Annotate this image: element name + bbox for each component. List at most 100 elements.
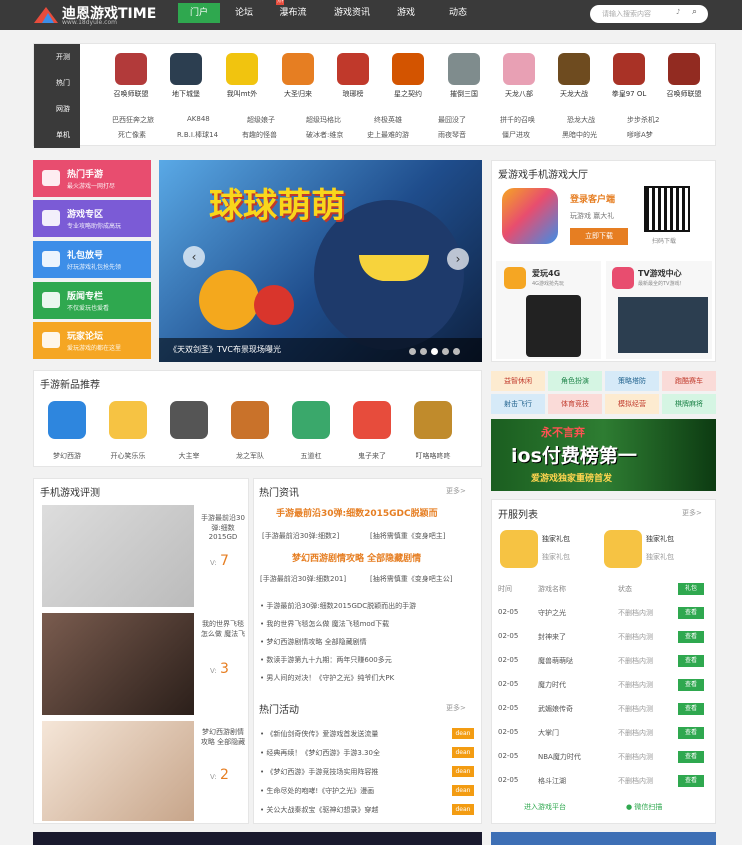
game-item[interactable]: 召唤师联盟 [662, 53, 706, 99]
server-more-link[interactable]: 更多> [682, 508, 702, 518]
news-item[interactable]: • 手游最前沿30弹:细数2015GDC脱颖而出的手游 [260, 601, 416, 611]
new-game-item[interactable]: 鬼子来了 [347, 451, 397, 461]
carousel-dot[interactable] [431, 348, 438, 355]
news-sub-link[interactable]: [抽将需慎重《变身吧主公] [370, 574, 452, 584]
text-link[interactable]: 黑暗中的光 [562, 130, 597, 140]
game-item[interactable]: 我叫mt外 [220, 53, 264, 99]
download-button[interactable]: 立即下载 [570, 228, 628, 245]
text-link[interactable]: 超级娘子 [247, 115, 275, 125]
category-tag[interactable]: 角色扮演 [548, 371, 602, 391]
text-link[interactable]: 史上最难的游 [367, 130, 409, 140]
carousel-dot[interactable] [453, 348, 460, 355]
game-item[interactable]: 拳皇97 OL [607, 53, 651, 99]
text-link[interactable]: 僵尸进攻 [502, 130, 530, 140]
text-link[interactable]: AK848 [187, 115, 210, 123]
mic-icon[interactable]: ♪ [676, 8, 680, 16]
bottom-banner[interactable] [491, 832, 716, 845]
tab-hot[interactable]: 热门 [34, 70, 80, 96]
text-link[interactable]: 雨夜琴音 [438, 130, 466, 140]
review-text[interactable]: 我的世界飞毯怎么做 魔法飞 [200, 619, 246, 639]
news-sub-link[interactable]: [手游最前沿30弹:细数2] [262, 531, 339, 541]
category-tag[interactable]: 策略塔防 [605, 371, 659, 391]
news-more-link[interactable]: 更多> [446, 486, 466, 496]
review-text[interactable]: 梦幻西游剧情攻略 全部隐藏 [200, 727, 246, 747]
card-hot-games[interactable]: 热门手游 最火游戏一网打尽 [33, 160, 151, 197]
card-game-zone[interactable]: 游戏专区 专业攻略助你成高玩 [33, 200, 151, 237]
review-image[interactable] [42, 613, 194, 715]
text-link[interactable]: 嗲嗲A梦 [627, 130, 653, 140]
activities-more-link[interactable]: 更多> [446, 703, 466, 713]
new-game-item[interactable]: 叮咯咯咚咚 [408, 451, 458, 461]
nav-waterfall[interactable]: 瀑布流 [278, 3, 308, 23]
text-link[interactable]: 破冰者:维京 [306, 130, 343, 140]
news-sub-link[interactable]: [手游最前沿30弹:细数201] [260, 574, 346, 584]
activity-item[interactable]: • 经典再续！《梦幻西游》手游3.30全 [260, 748, 380, 758]
card-forum[interactable]: 玩家论坛 爱玩游戏的都在这里 [33, 322, 151, 359]
tab-single[interactable]: 单机 [34, 122, 80, 148]
carousel-dot[interactable] [409, 348, 416, 355]
nav-home[interactable]: 门户 [178, 3, 220, 23]
nav-news[interactable]: 游戏资讯 [332, 3, 372, 23]
search-icon[interactable]: ⌕ [692, 7, 697, 17]
game-item[interactable]: 地下城堡 [164, 53, 208, 99]
activity-item[interactable]: • 关公大战秦叔宝《驱神幻想录》穿越 [260, 805, 378, 815]
game-item[interactable]: 星之契约 [386, 53, 430, 99]
activity-item[interactable]: • 《梦幻西游》手游竞技场实用阵容推 [260, 767, 378, 777]
login-client[interactable]: 登录客户端 [570, 192, 615, 205]
category-tag[interactable]: 棋牌麻将 [662, 394, 716, 414]
review-text[interactable]: 手游最前沿30弹:细数2015GD [200, 513, 246, 541]
new-game-item[interactable]: 五道杠 [286, 451, 336, 461]
game-item[interactable]: 大圣归来 [276, 53, 320, 99]
ad-banner[interactable]: 永不言弃 ios付费榜第一 爱游戏独家重磅首发 [491, 419, 716, 491]
tab-open-test[interactable]: 开测 [34, 44, 80, 70]
app-4g[interactable]: 爱玩4G 4G游戏抢先玩 [496, 261, 601, 359]
news-sub-link[interactable]: [抽将需慎重《变身吧主] [370, 531, 445, 541]
text-link[interactable]: 拼千的召唤 [500, 115, 535, 125]
text-link[interactable]: R.B.I.棒球14 [177, 130, 218, 140]
enter-platform-link[interactable]: 进入游戏平台 [524, 802, 566, 812]
review-image[interactable] [42, 721, 194, 821]
search-input[interactable]: 请输入搜索内容 ♪ ⌕ [590, 5, 708, 23]
gift-image[interactable] [500, 530, 538, 568]
game-item[interactable]: 琅琊榜 [331, 53, 375, 99]
text-link[interactable]: 恐龙大战 [567, 115, 595, 125]
news-item[interactable]: • 梦幻西游剧情攻略 全部隐藏剧情 [260, 637, 367, 647]
banner-carousel[interactable]: 球球萌萌 ‹ › 《天双剑圣》TVC布景现场曝光 [159, 160, 482, 362]
text-link[interactable]: 终极英雄 [374, 115, 402, 125]
card-gift[interactable]: 礼包放号 好玩游戏礼包抢先领 [33, 241, 151, 278]
new-game-item[interactable]: 梦幻西游 [42, 451, 92, 461]
new-game-item[interactable]: 开心笑乐乐 [103, 451, 153, 461]
news-headline[interactable]: 梦幻西游剧情攻略 全部隐藏剧情 [292, 551, 421, 564]
nav-dynamic[interactable]: 动态 [448, 3, 468, 23]
prev-arrow-icon[interactable]: ‹ [183, 246, 205, 268]
text-link[interactable]: 超级玛格比 [306, 115, 341, 125]
wechat-scan-link[interactable]: ● 微信扫描 [626, 802, 662, 812]
news-item[interactable]: • 数读手游第九十九期：两年只赚600多元 [260, 655, 392, 665]
activity-item[interactable]: • 《新仙剑奇侠传》爱游戏首发送流量 [260, 729, 378, 739]
category-tag[interactable]: 跑酷赛车 [662, 371, 716, 391]
new-game-item[interactable]: 龙之军队 [225, 451, 275, 461]
news-headline[interactable]: 手游最前沿30弹:细数2015GDC脱颖而 [276, 506, 438, 519]
gift-image[interactable] [604, 530, 642, 568]
news-item[interactable]: • 我的世界飞毯怎么做 魔法飞毯mod下载 [260, 619, 389, 629]
game-item[interactable]: 天龙大战 [552, 53, 596, 99]
text-link[interactable]: 死亡像素 [118, 130, 146, 140]
carousel-dot[interactable] [420, 348, 427, 355]
text-link[interactable]: 巴西狂奔之旅 [112, 115, 154, 125]
news-item[interactable]: • 男人间的对决！《守护之光》纯爷们大PK [260, 673, 394, 683]
carousel-dot[interactable] [442, 348, 449, 355]
text-link[interactable]: 有趣的怪兽 [242, 130, 277, 140]
game-item[interactable]: 摧倒三国 [442, 53, 486, 99]
next-arrow-icon[interactable]: › [447, 248, 469, 270]
game-item[interactable]: 天龙八部 [497, 53, 541, 99]
nav-forum[interactable]: 论坛 [234, 3, 254, 23]
category-tag[interactable]: 体育竞技 [548, 394, 602, 414]
game-item[interactable]: 召唤师联盟 [109, 53, 153, 99]
new-game-item[interactable]: 大主宰 [164, 451, 214, 461]
tab-online[interactable]: 网游 [34, 96, 80, 122]
text-link[interactable]: 最囧没了 [438, 115, 466, 125]
nav-games[interactable]: 游戏 [396, 3, 416, 23]
category-tag[interactable]: 射击飞行 [491, 394, 545, 414]
category-tag[interactable]: 模拟经营 [605, 394, 659, 414]
bottom-banner[interactable] [33, 832, 482, 845]
